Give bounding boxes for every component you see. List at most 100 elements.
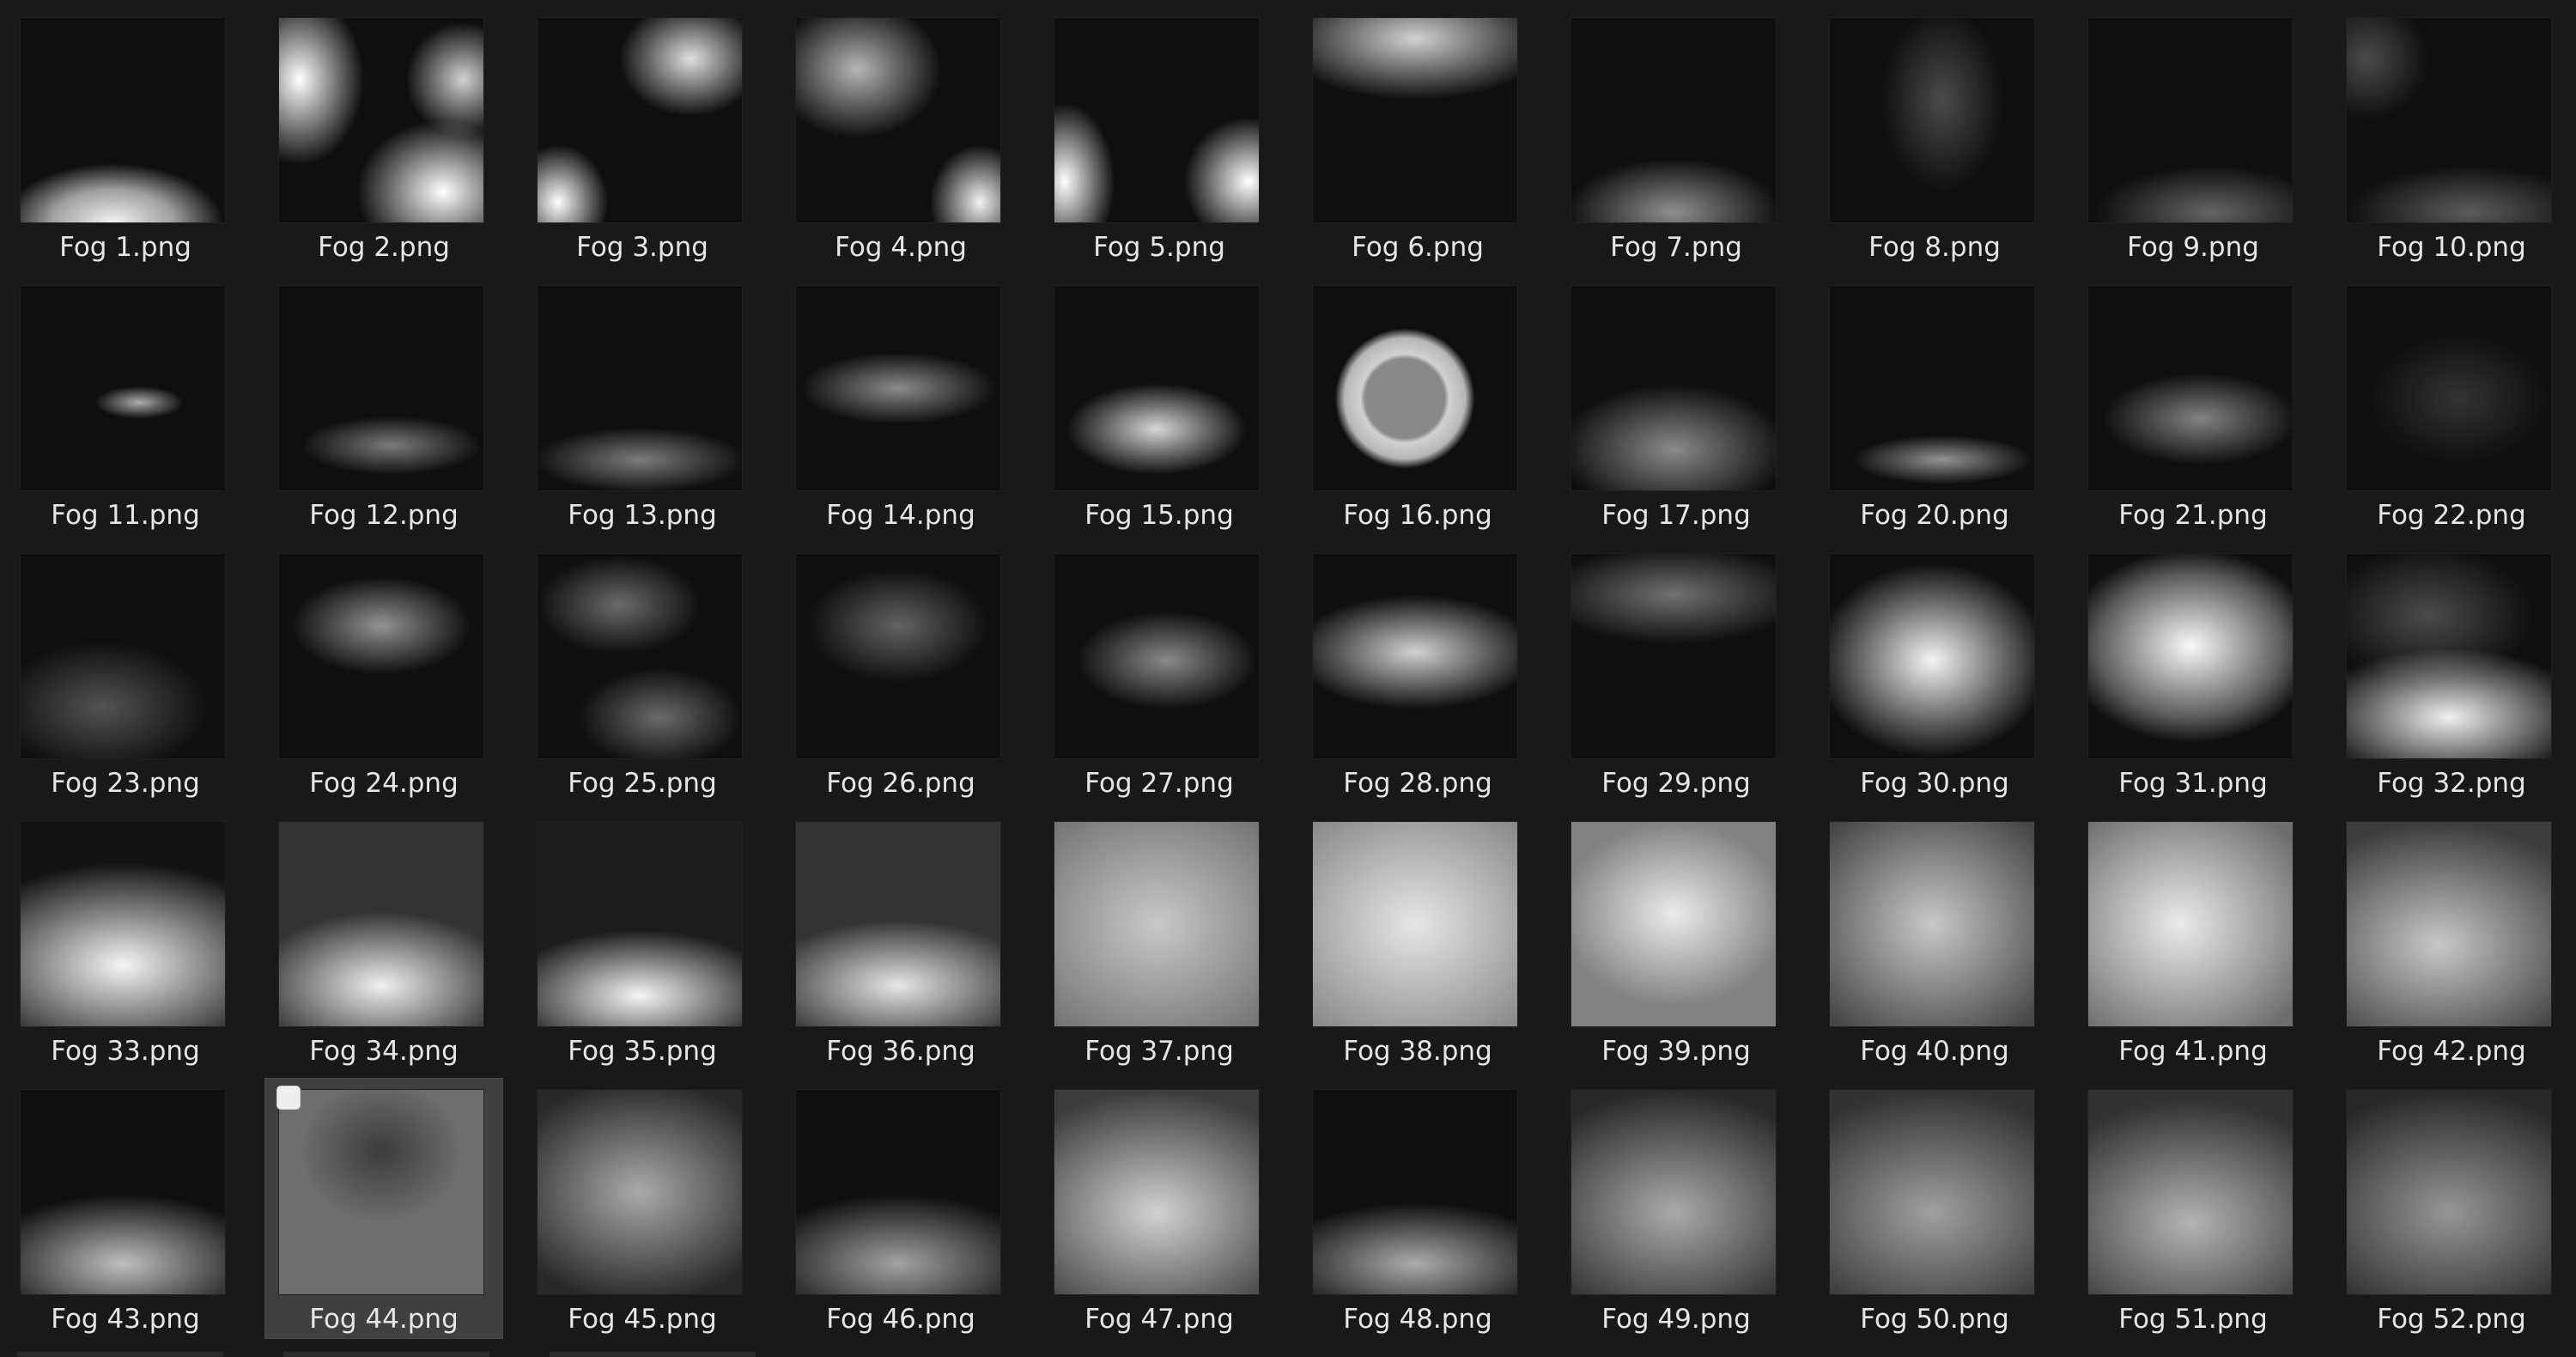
file-item[interactable]: Fog 6.png [1299,7,1536,266]
file-item[interactable]: Fog 15.png [1041,275,1278,534]
file-name-label: Fog 11.png [51,500,200,531]
fog-thumbnail-icon [1571,17,1777,223]
file-item[interactable]: Fog 42.png [2333,811,2570,1070]
file-item[interactable]: Fog 48.png [1299,1079,1536,1338]
fog-thumbnail-icon [795,821,1001,1027]
file-name-label: Fog 13.png [568,500,717,531]
file-item[interactable]: Fog 39.png [1558,811,1795,1070]
file-item[interactable]: Fog 29.png [1558,543,1795,802]
fog-texture [538,18,742,222]
file-item[interactable]: Fog 20.png [1816,275,2053,534]
file-item[interactable]: Fog 52.png [2333,1079,2570,1338]
fog-texture [2347,18,2551,222]
file-item[interactable]: Fog 32.png [2333,543,2570,802]
file-item[interactable]: Fog 33.png [7,811,244,1070]
fog-thumbnail-icon [2087,821,2293,1027]
next-row-thumbnail-edge [283,1352,489,1357]
file-item[interactable]: Fog 2.png [265,7,502,266]
file-name-label: Fog 26.png [826,768,975,799]
file-item[interactable]: Fog 16.png [1299,275,1536,534]
fog-thumbnail-icon [2346,17,2552,223]
file-name-label: Fog 5.png [1093,232,1225,263]
file-name-label: Fog 31.png [2118,768,2268,799]
file-item[interactable]: Fog 9.png [2075,7,2312,266]
file-item[interactable]: Fog 11.png [7,275,244,534]
fog-thumbnail-icon [537,821,743,1027]
fog-thumbnail-icon [1312,285,1518,491]
file-item[interactable]: Fog 27.png [1041,543,1278,802]
file-item[interactable]: Fog 17.png [1558,275,1795,534]
file-name-label: Fog 23.png [51,768,200,799]
file-item[interactable]: Fog 36.png [782,811,1019,1070]
fog-texture [279,286,483,490]
file-name-label: Fog 1.png [59,232,191,263]
file-item[interactable]: Fog 25.png [524,543,761,802]
file-name-label: Fog 36.png [826,1036,975,1067]
file-name-label: Fog 52.png [2377,1304,2526,1335]
file-item[interactable]: Fog 43.png [7,1079,244,1338]
file-name-label: Fog 40.png [1860,1036,2009,1067]
fog-texture [1054,18,1259,222]
file-item[interactable]: Fog 8.png [1816,7,2053,266]
file-item[interactable]: Fog 50.png [1816,1079,2053,1338]
file-item[interactable]: Fog 23.png [7,543,244,802]
fog-texture [279,554,483,758]
fog-thumbnail-icon [2346,1089,2552,1295]
file-item[interactable]: Fog 5.png [1041,7,1278,266]
file-item[interactable]: Fog 7.png [1558,7,1795,266]
file-item[interactable]: Fog 12.png [265,275,502,534]
fog-texture [1313,822,1517,1026]
fog-thumbnail-icon [2087,285,2293,491]
file-item[interactable]: Fog 45.png [524,1079,761,1338]
fog-texture [279,822,483,1026]
file-item[interactable]: Fog 40.png [1816,811,2053,1070]
file-item[interactable]: Fog 46.png [782,1079,1019,1338]
file-item[interactable]: Fog 4.png [782,7,1019,266]
file-item[interactable]: Fog 35.png [524,811,761,1070]
file-item[interactable]: Fog 51.png [2075,1079,2312,1338]
fog-texture [796,822,1000,1026]
fog-texture [796,286,1000,490]
file-item[interactable]: Fog 22.png [2333,275,2570,534]
file-item[interactable]: Fog 21.png [2075,275,2312,534]
file-item[interactable]: Fog 14.png [782,275,1019,534]
file-item[interactable]: Fog 30.png [1816,543,2053,802]
file-name-label: Fog 39.png [1601,1036,1751,1067]
fog-texture [796,554,1000,758]
file-item[interactable]: Fog 13.png [524,275,761,534]
file-item[interactable]: Fog 28.png [1299,543,1536,802]
file-item[interactable]: Fog 26.png [782,543,1019,802]
fog-thumbnail-icon [1054,821,1260,1027]
file-item[interactable]: Fog 47.png [1041,1079,1278,1338]
next-row-thumbnail-edge [550,1352,756,1357]
file-name-label: Fog 15.png [1084,500,1234,531]
fog-thumbnail-icon [20,285,226,491]
file-item[interactable]: Fog 37.png [1041,811,1278,1070]
file-item[interactable]: Fog 38.png [1299,811,1536,1070]
file-name-label: Fog 42.png [2377,1036,2526,1067]
file-name-label: Fog 24.png [309,768,459,799]
fog-texture [2088,18,2293,222]
fog-texture [1571,286,1776,490]
file-name-label: Fog 28.png [1343,768,1492,799]
fog-thumbnail-icon [1054,285,1260,491]
file-item[interactable]: Fog 49.png [1558,1079,1795,1338]
file-name-label: Fog 33.png [51,1036,200,1067]
fog-thumbnail-icon [1312,17,1518,223]
file-item[interactable]: Fog 10.png [2333,7,2570,266]
file-item[interactable]: Fog 1.png [7,7,244,266]
file-grid: Fog 1.png Fog 2.png Fog 3.png Fog 4.png Fog … [0,0,2576,1357]
fog-thumbnail-icon [278,1089,484,1295]
file-item[interactable]: Fog 31.png [2075,543,2312,802]
file-name-label: Fog 4.png [835,232,967,263]
file-item[interactable]: Fog 24.png [265,543,502,802]
file-item[interactable]: Fog 41.png [2075,811,2312,1070]
fog-thumbnail-icon [537,285,743,491]
file-item[interactable]: Fog 3.png [524,7,761,266]
fog-thumbnail-icon [1829,285,2035,491]
file-item[interactable]: Fog 44.png [264,1078,503,1339]
selection-checkbox[interactable] [276,1086,301,1110]
fog-texture [2347,286,2551,490]
file-item[interactable]: Fog 34.png [265,811,502,1070]
fog-thumbnail-icon [20,17,226,223]
